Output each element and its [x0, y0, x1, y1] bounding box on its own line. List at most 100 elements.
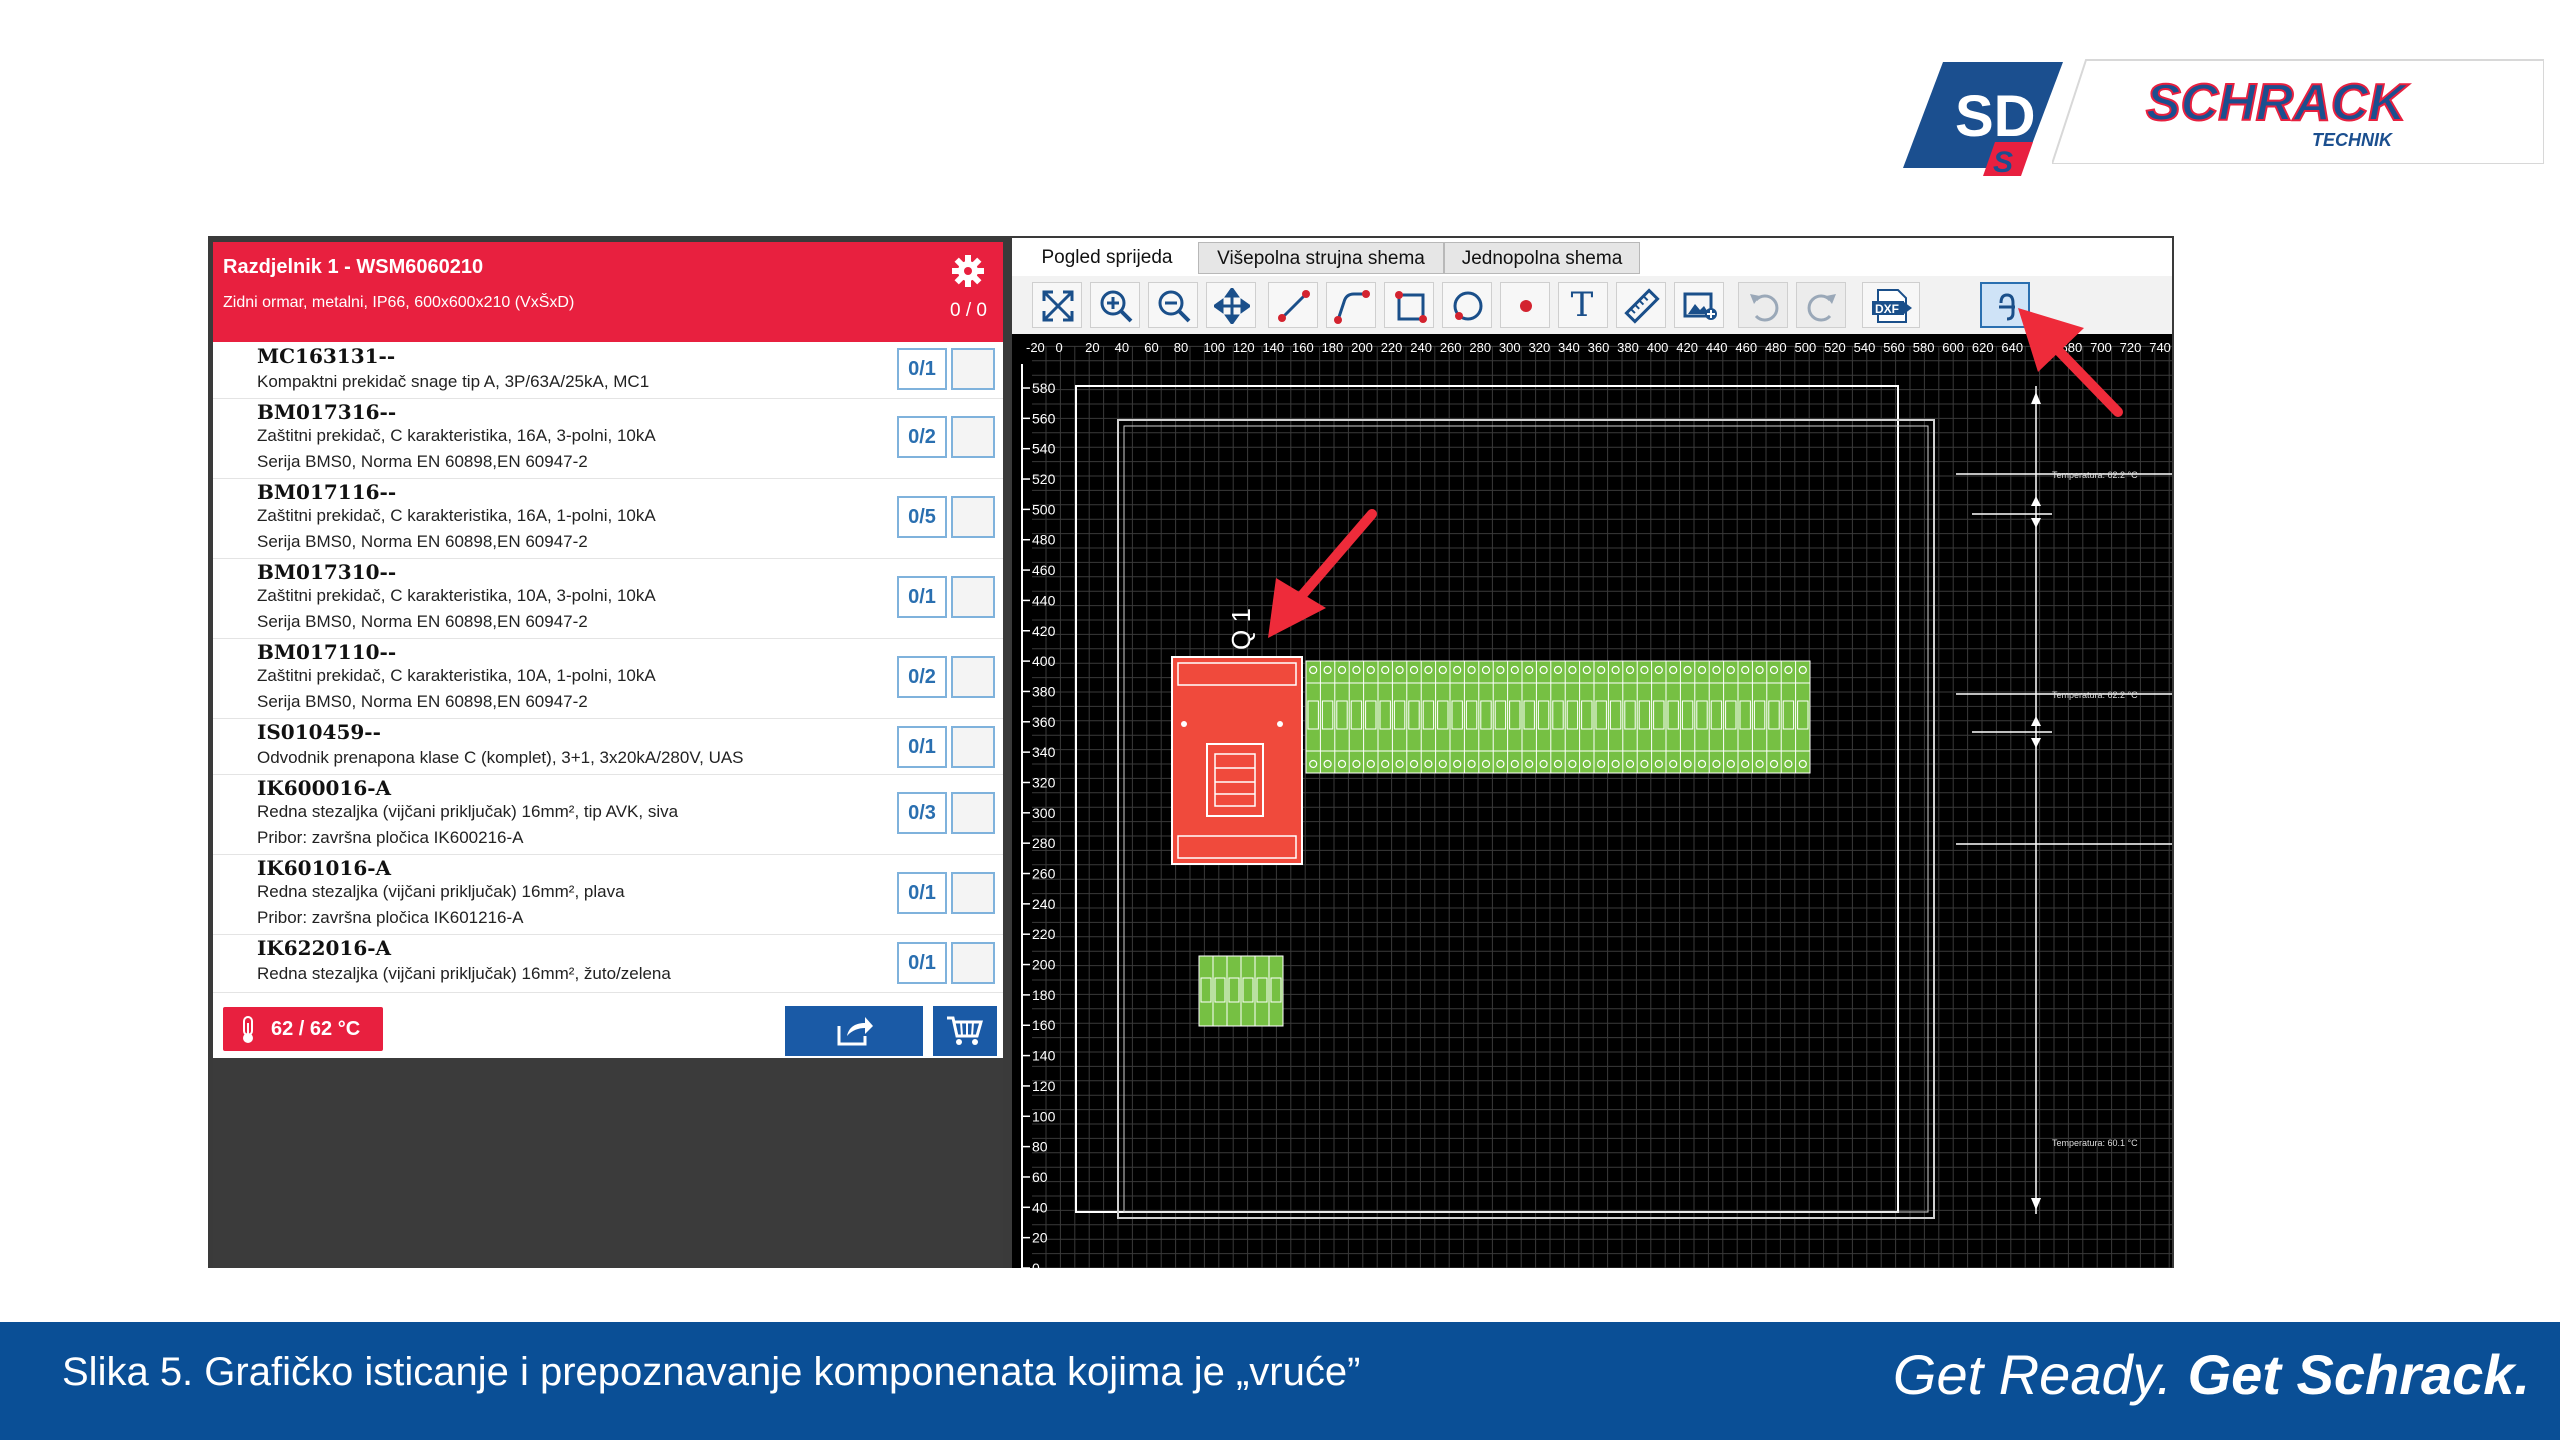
qty-input[interactable] [951, 656, 995, 698]
tab-front-view[interactable]: Pogled sprijeda [1016, 242, 1198, 274]
temperature-label: Temperatura: 62.2 °C [2052, 690, 2138, 700]
list-item[interactable]: BM017116-- Zaštitni prekidač, C karakter… [213, 478, 1003, 559]
parts-panel: Razdjelnik 1 - WSM6060210 Zidni ormar, m… [213, 242, 1003, 1268]
ruler-y-label: 160 [1032, 1017, 1056, 1033]
slide-footer: Slika 5. Grafičko isticanje i prepoznava… [0, 1322, 2560, 1440]
ruler-y-label: 300 [1032, 805, 1056, 821]
tab-multipole-schematic[interactable]: Višepolna strujna shema [1198, 242, 1444, 274]
part-code: IK622016-A [257, 936, 392, 960]
sd-logo: SD S [1903, 62, 2063, 178]
move-button[interactable] [1206, 282, 1256, 328]
ruler-y-label: 360 [1032, 714, 1056, 730]
part-desc: Kompaktni prekidač snage tip A, 3P/63A/2… [257, 372, 650, 391]
list-item[interactable]: MC163131-- Kompaktni prekidač snage tip … [213, 342, 1003, 399]
ruler-y-label: 460 [1032, 562, 1056, 578]
ruler-y-label: 280 [1032, 835, 1056, 851]
ruler-x-label: 400 [1647, 340, 1669, 355]
text-tool-button[interactable]: T [1558, 282, 1608, 328]
part-qty[interactable]: 0/2 [897, 656, 947, 698]
share-button[interactable] [785, 1006, 923, 1056]
ruler-y-label: 200 [1032, 957, 1056, 973]
part-desc-2: Serija BMS0, Norma EN 60898,EN 60947-2 [257, 532, 588, 551]
list-item[interactable]: BM017310-- Zaštitni prekidač, C karakter… [213, 558, 1003, 639]
part-qty[interactable]: 0/1 [897, 942, 947, 984]
qty-input[interactable] [951, 726, 995, 768]
cart-button[interactable] [933, 1006, 997, 1056]
ruler-y-label: 400 [1032, 653, 1056, 669]
measure-tool-button[interactable] [1616, 282, 1666, 328]
gear-icon[interactable] [951, 254, 985, 288]
ruler-x-label: 80 [1174, 340, 1188, 355]
part-qty[interactable]: 0/1 [897, 726, 947, 768]
annotation-arrow [2018, 308, 2123, 417]
ruler-y-label: 340 [1032, 744, 1056, 760]
qty-input[interactable] [951, 576, 995, 618]
line-tool-button[interactable] [1268, 282, 1318, 328]
ruler-y-label: 80 [1032, 1139, 1048, 1155]
hot-component-q1[interactable] [1171, 656, 1303, 865]
schrack-wordmark: SCHRACK [2146, 74, 2409, 132]
part-code: IS010459-- [257, 720, 381, 744]
list-item[interactable]: IS010459-- Odvodnik prenapona klase C (k… [213, 718, 1003, 775]
list-item[interactable]: IK622016-A Redna stezaljka (vijčani prik… [213, 934, 1003, 993]
ruler-x-label: 460 [1735, 340, 1757, 355]
qty-input[interactable] [951, 872, 995, 914]
qty-input[interactable] [951, 416, 995, 458]
part-qty[interactable]: 0/3 [897, 792, 947, 834]
list-item[interactable]: IK601016-A Redna stezaljka (vijčani prik… [213, 854, 1003, 935]
zoom-in-button[interactable] [1090, 282, 1140, 328]
part-desc: Odvodnik prenapona klase C (komplet), 3+… [257, 748, 744, 767]
line-icon [1278, 290, 1310, 322]
ruler-x-label: 260 [1440, 340, 1462, 355]
export-dxf-button[interactable]: DXF [1862, 282, 1920, 328]
undo-button[interactable] [1738, 282, 1788, 328]
part-qty[interactable]: 0/5 [897, 496, 947, 538]
circle-tool-button[interactable] [1442, 282, 1492, 328]
ruler-y-label: 420 [1032, 623, 1056, 639]
ruler-x-label: 100 [1203, 340, 1225, 355]
polyline-tool-button[interactable] [1326, 282, 1376, 328]
surge-arrester[interactable] [1198, 955, 1284, 1027]
ruler-x-label: 480 [1765, 340, 1787, 355]
point-tool-button[interactable] [1500, 282, 1550, 328]
drawing-canvas[interactable]: -20 0 20 40 60 80 100 120 140 160 180 200 220 240 260 2… [1012, 334, 2172, 1268]
ruler-y-label: 240 [1032, 896, 1056, 912]
part-desc: Zaštitni prekidač, C karakteristika, 10A… [257, 666, 656, 685]
part-desc-2: Serija BMS0, Norma EN 60898,EN 60947-2 [257, 452, 588, 471]
zoom-out-button[interactable] [1148, 282, 1198, 328]
rectangle-tool-button[interactable] [1384, 282, 1434, 328]
part-desc: Redna stezaljka (vijčani priključak) 16m… [257, 964, 671, 983]
ruler-y-label: 520 [1032, 471, 1056, 487]
circle-icon [1453, 291, 1483, 321]
part-qty[interactable]: 0/1 [897, 348, 947, 390]
breaker-row[interactable] [1305, 660, 1811, 774]
move-icon [1214, 288, 1250, 324]
list-item[interactable]: BM017110-- Zaštitni prekidač, C karakter… [213, 638, 1003, 719]
ruler-y-label: 20 [1032, 1230, 1048, 1246]
qty-input[interactable] [951, 942, 995, 984]
qty-input[interactable] [951, 792, 995, 834]
zoom-in-icon [1100, 290, 1133, 323]
rectangle-icon [1395, 291, 1427, 323]
temperature-label: Temperatura: 62.2 °C [2052, 470, 2138, 480]
ruler-y-label: 60 [1032, 1169, 1048, 1185]
list-item[interactable]: BM017316-- Zaštitni prekidač, C karakter… [213, 398, 1003, 479]
part-qty[interactable]: 0/1 [897, 872, 947, 914]
ruler-y-label: 40 [1032, 1199, 1048, 1215]
dxf-label: DXF [1875, 302, 1899, 316]
tab-single-line-schematic[interactable]: Jednopolna shema [1444, 242, 1640, 274]
list-item[interactable]: IK600016-A Redna stezaljka (vijčani prik… [213, 774, 1003, 855]
ruler-y-label: 540 [1032, 441, 1056, 457]
insert-image-button[interactable] [1674, 282, 1724, 328]
part-qty[interactable]: 0/2 [897, 416, 947, 458]
part-code: IK600016-A [257, 776, 392, 800]
part-qty[interactable]: 0/1 [897, 576, 947, 618]
temperature-badge[interactable]: 62 / 62 °C [223, 1007, 383, 1051]
redo-button[interactable] [1796, 282, 1846, 328]
view-tabs: Pogled sprijeda Višepolna strujna shema … [1012, 238, 2172, 277]
fit-icon [1042, 290, 1074, 322]
part-desc: Zaštitni prekidač, C karakteristika, 16A… [257, 506, 656, 525]
qty-input[interactable] [951, 348, 995, 390]
fit-view-button[interactable] [1032, 282, 1082, 328]
qty-input[interactable] [951, 496, 995, 538]
